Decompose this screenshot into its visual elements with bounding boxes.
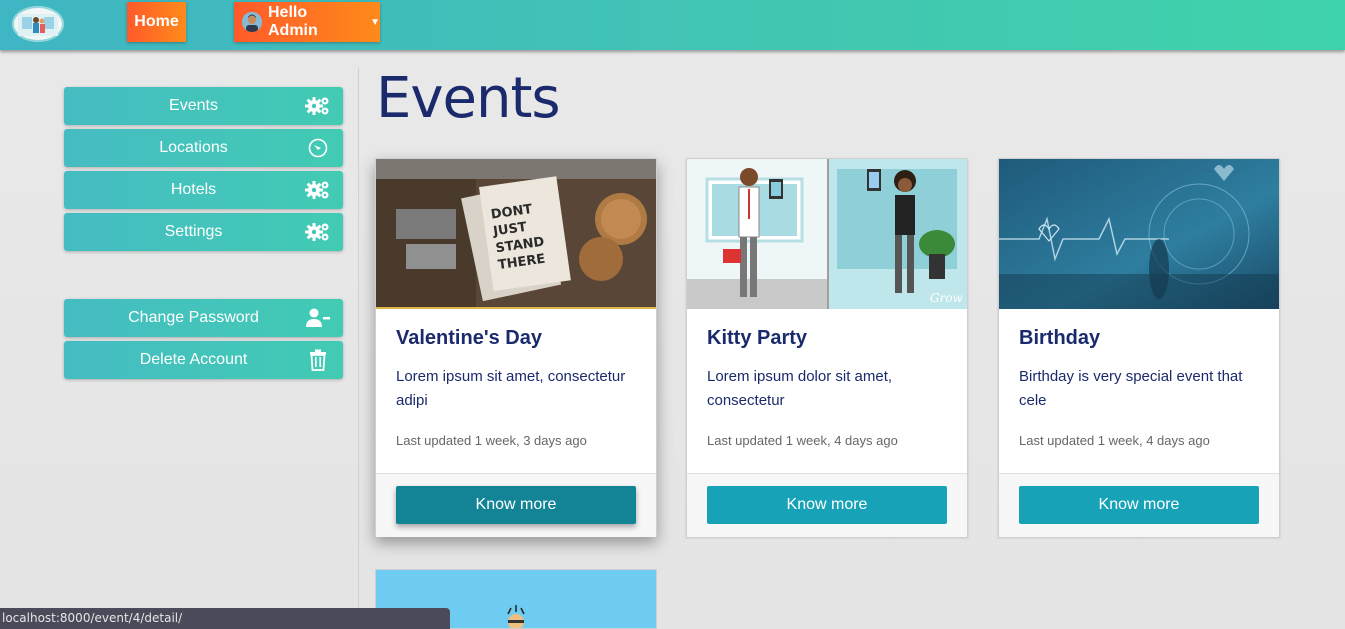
sidebar-item-label: Locations (159, 139, 228, 156)
gears-icon (305, 95, 331, 117)
card-footer: Know more (687, 473, 967, 537)
event-title: Birthday (1019, 327, 1101, 349)
image-watermark: Grow (930, 291, 964, 305)
event-image: DONT JUST STAND THERE (376, 159, 656, 309)
event-title: Kitty Party (707, 327, 808, 349)
user-minus-icon (305, 307, 331, 329)
event-image: Grow (687, 159, 967, 309)
sidebar-item-label: Events (169, 97, 218, 114)
event-updated: Last updated 1 week, 4 days ago (707, 433, 898, 448)
browser-status-url: localhost:8000/event/4/detail/ (0, 608, 450, 629)
event-updated: Last updated 1 week, 3 days ago (396, 433, 587, 448)
top-navbar: Home Hello Admin ▼ (0, 0, 1345, 50)
delete-account-button[interactable]: Delete Account (64, 341, 343, 379)
sidebar-item-settings[interactable]: Settings (64, 213, 343, 251)
user-avatar-icon (242, 12, 262, 32)
compass-icon (305, 137, 331, 159)
sidebar-item-hotels[interactable]: Hotels (64, 171, 343, 209)
page-title: Events (376, 66, 561, 131)
sidebar-item-label: Delete Account (139, 351, 248, 368)
event-description: Lorem ipsum sit amet, consectetur adipi (396, 368, 626, 409)
sidebar-item-label: Hotels (170, 181, 217, 198)
know-more-button[interactable]: Know more (396, 486, 636, 524)
event-card[interactable]: Birthday Birthday is very special event … (998, 158, 1280, 537)
card-footer: Know more (376, 473, 656, 537)
change-password-button[interactable]: Change Password (64, 299, 343, 337)
event-title: Valentine's Day (396, 327, 542, 349)
know-more-button[interactable]: Know more (1019, 486, 1259, 524)
app-logo-icon[interactable] (12, 6, 64, 42)
event-description: Lorem ipsum dolor sit amet, consectetur (707, 368, 893, 409)
home-button[interactable]: Home (127, 2, 186, 42)
caret-down-icon: ▼ (370, 16, 380, 28)
know-more-button[interactable]: Know more (707, 486, 947, 524)
know-more-label: Know more (1098, 496, 1180, 513)
trash-icon (305, 349, 331, 371)
event-card[interactable]: Grow Kitty Party Lorem ipsum dolor sit a… (686, 158, 968, 537)
content-divider (358, 68, 359, 629)
event-card[interactable]: DONT JUST STAND THERE Valentine's Day Lo… (375, 158, 657, 537)
user-menu-button[interactable]: Hello Admin ▼ (234, 2, 380, 42)
event-image (999, 159, 1279, 309)
gears-icon (305, 179, 331, 201)
gears-icon (305, 221, 331, 243)
event-description: Birthday is very special event that cele (1019, 368, 1243, 409)
know-more-label: Know more (786, 496, 868, 513)
sidebar-item-locations[interactable]: Locations (64, 129, 343, 167)
know-more-label: Know more (475, 496, 557, 513)
event-updated: Last updated 1 week, 4 days ago (1019, 433, 1210, 448)
sidebar-item-label: Change Password (128, 309, 259, 326)
card-footer: Know more (999, 473, 1279, 537)
sidebar-item-label: Settings (164, 223, 223, 240)
home-label: Home (134, 13, 179, 30)
sidebar-item-events[interactable]: Events (64, 87, 343, 125)
user-menu-label: Hello Admin (268, 4, 318, 39)
